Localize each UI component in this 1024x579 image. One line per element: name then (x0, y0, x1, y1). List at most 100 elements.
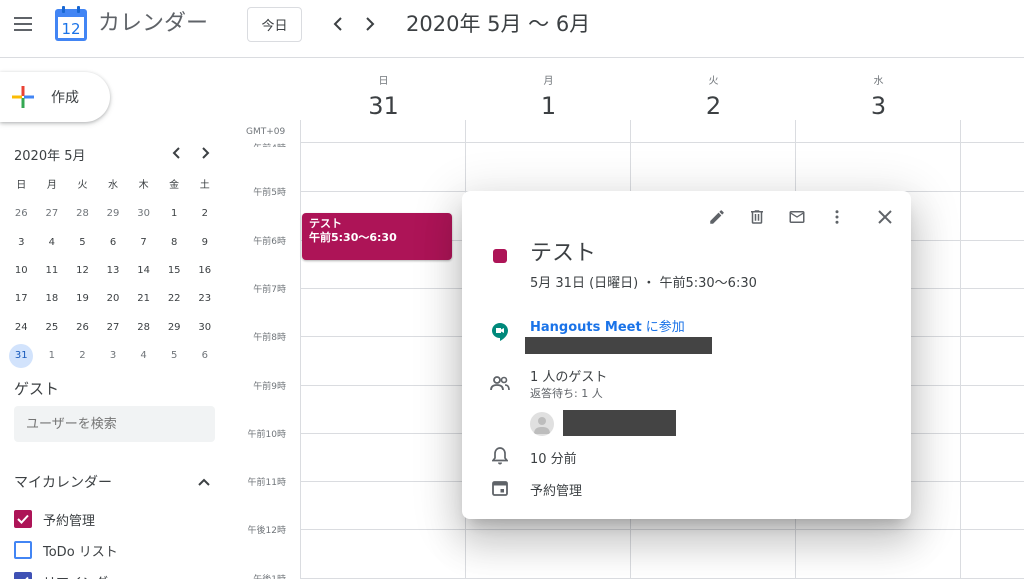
calendar-item[interactable]: 予約管理 (14, 507, 95, 531)
edit-event-button[interactable] (705, 205, 729, 229)
mini-day-number: 23 (198, 293, 212, 305)
mini-day[interactable]: 21 (128, 287, 159, 311)
guest-avatar[interactable] (530, 412, 554, 436)
mini-day-number: 30 (198, 321, 212, 333)
prev-period-button[interactable] (326, 12, 350, 36)
mini-day[interactable]: 19 (67, 287, 98, 311)
calendar-checkbox[interactable] (14, 510, 32, 528)
mini-day[interactable]: 10 (6, 259, 37, 283)
mini-day[interactable]: 13 (98, 259, 129, 283)
mini-day[interactable]: 25 (37, 316, 68, 340)
pencil-icon (710, 210, 724, 224)
mini-day[interactable]: 3 (6, 231, 37, 255)
hour-label: 午前7時 (253, 284, 286, 295)
mini-day[interactable]: 28 (128, 316, 159, 340)
mini-day[interactable]: 7 (128, 231, 159, 255)
hour-label: 午前9時 (253, 381, 286, 392)
day-column-header[interactable]: 火2 (631, 72, 796, 121)
mini-day[interactable]: 30 (128, 202, 159, 226)
delete-event-button[interactable] (745, 205, 769, 229)
mini-day[interactable]: 11 (37, 259, 68, 283)
mini-day[interactable]: 3 (98, 344, 129, 368)
day-column-header[interactable]: 月1 (466, 72, 631, 121)
close-popup-button[interactable] (873, 205, 897, 229)
chevron-right-icon (202, 147, 210, 159)
calendar-icon (489, 477, 511, 499)
mini-day[interactable]: 8 (159, 231, 190, 255)
mini-day[interactable]: 29 (159, 316, 190, 340)
mini-day[interactable]: 22 (159, 287, 190, 311)
event-chip[interactable]: テスト 午前5:30～6:30 (302, 213, 452, 260)
mini-day[interactable]: 4 (37, 231, 68, 255)
mini-day[interactable]: 18 (37, 287, 68, 311)
day-number[interactable]: 2 (631, 91, 796, 121)
mini-day[interactable]: 16 (189, 259, 220, 283)
calendar-checkbox[interactable] (14, 572, 32, 579)
mini-day[interactable]: 30 (189, 316, 220, 340)
create-button[interactable]: 作成 (0, 72, 110, 122)
calendar-item[interactable]: ToDo リスト (14, 538, 118, 562)
guests-pending: 返答待ち: 1 人 (530, 387, 603, 400)
mini-day[interactable]: 23 (189, 287, 220, 311)
join-hangouts-meet-link[interactable]: Hangouts Meet に参加 (530, 316, 685, 335)
mini-day[interactable]: 26 (6, 202, 37, 226)
day-of-week: 火 (708, 76, 719, 87)
meet-brand-text: Hangouts Meet (530, 320, 642, 335)
mini-week-row: 17 18 19 20 21 22 23 (6, 285, 220, 313)
mini-day[interactable]: 14 (128, 259, 159, 283)
event-color-swatch (493, 249, 507, 263)
mini-day[interactable]: 20 (98, 287, 129, 311)
mini-day-selected[interactable]: 31 (6, 343, 37, 368)
today-button[interactable]: 今日 (247, 7, 302, 42)
mini-day-number: 1 (48, 349, 56, 361)
mini-day[interactable]: 29 (98, 202, 129, 226)
hour-label: 午後12時 (247, 526, 286, 537)
mini-day-number: 28 (137, 321, 150, 333)
my-calendars-collapse-button[interactable] (194, 472, 214, 492)
mini-day[interactable]: 24 (6, 316, 37, 340)
top-bar: 12 カレンダー 今日 2020年 5月 ～ 6月 (0, 0, 1024, 58)
mini-day[interactable]: 4 (128, 344, 159, 368)
mini-day[interactable]: 6 (98, 231, 129, 255)
mini-next-month-button[interactable] (195, 142, 217, 164)
calendar-checkbox[interactable] (14, 541, 32, 559)
email-guests-button[interactable] (785, 205, 809, 229)
mini-day[interactable]: 9 (189, 231, 220, 255)
mini-day-number: 29 (106, 208, 120, 220)
mini-day[interactable]: 6 (189, 344, 220, 368)
mini-day[interactable]: 26 (67, 316, 98, 340)
more-options-button[interactable] (825, 205, 849, 229)
next-period-button[interactable] (358, 12, 382, 36)
mini-day[interactable]: 2 (67, 344, 98, 368)
mini-day[interactable]: 5 (159, 344, 190, 368)
mini-day-number: 26 (76, 321, 89, 333)
mini-day[interactable]: 5 (67, 231, 98, 255)
day-column-header[interactable]: 日 31 (301, 72, 466, 121)
mini-day[interactable]: 1 (159, 202, 190, 226)
mini-prev-month-button[interactable] (165, 142, 187, 164)
mini-day-number: 5 (170, 349, 178, 361)
mini-day[interactable]: 15 (159, 259, 190, 283)
main-menu-button[interactable] (8, 9, 38, 39)
column-divider (300, 120, 301, 579)
mini-day[interactable]: 27 (37, 202, 68, 226)
mini-day[interactable]: 2 (189, 202, 220, 226)
mini-weekday-label: 水 (108, 180, 119, 192)
mail-icon (789, 211, 805, 223)
day-number[interactable]: 31 (301, 91, 466, 121)
mini-day[interactable]: 12 (67, 259, 98, 283)
calendar-logo[interactable]: 12 (54, 6, 88, 42)
mini-day[interactable]: 1 (37, 344, 68, 368)
day-of-week: 月 (543, 76, 554, 87)
mini-weekday-label: 月 (46, 180, 57, 192)
day-column-header[interactable]: 水3 (796, 72, 961, 121)
mini-day[interactable]: 28 (67, 202, 98, 226)
day-number[interactable]: 1 (466, 91, 631, 121)
calendar-item[interactable]: リマインダー (14, 569, 121, 579)
mini-week-row: 31 1 2 3 4 5 6 (6, 342, 220, 370)
day-number[interactable]: 3 (796, 91, 961, 121)
mini-day[interactable]: 27 (98, 316, 129, 340)
guest-search-input[interactable] (14, 406, 215, 442)
timezone-label: GMT+09 (246, 127, 286, 137)
mini-day[interactable]: 17 (6, 287, 37, 311)
